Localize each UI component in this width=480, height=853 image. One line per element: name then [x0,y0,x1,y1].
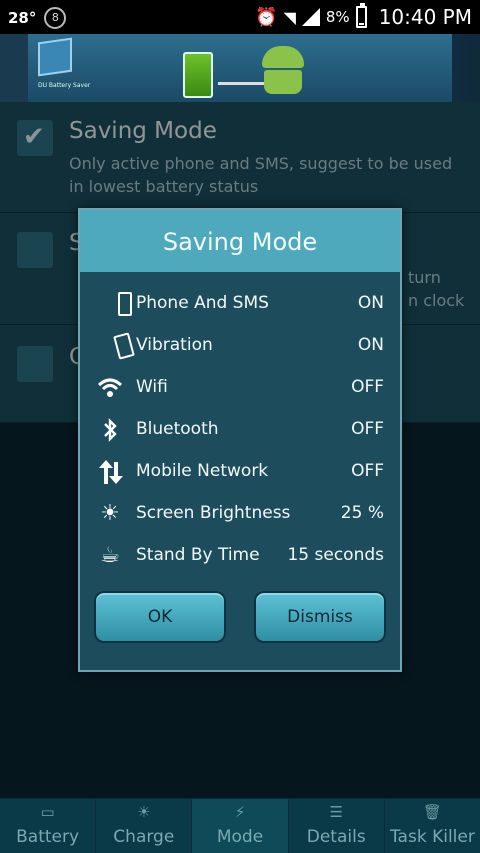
brightness-icon: ☀ [100,501,120,526]
dialog-title: Saving Mode [80,210,400,272]
notification-count-badge: 8 [44,7,67,29]
status-bar: 28° 8 ⏰ ◥ 8% 10:40 PM [0,0,480,34]
setting-value: ON [357,293,384,313]
banner-logo-text: DU Battery Saver [38,82,91,89]
temperature-text: 28° [8,9,37,27]
battery-graphic-icon [183,52,213,98]
setting-label: Stand By Time [136,545,260,565]
nav-label: Task Killer [389,827,475,847]
setting-label: Vibration [136,335,213,355]
nav-label: Details [306,827,366,847]
nav-label: Battery [16,827,80,847]
mobile-network-icon [96,458,124,486]
android-robot-icon [260,42,306,94]
standby-icon: ☕ [100,543,120,568]
bottom-navigation: ▭ Battery ☀ Charge ⚡ Mode ☰ Details 🗑 Ta… [0,798,480,853]
setting-value: OFF [351,461,384,481]
alarm-icon: ⏰ [255,6,278,28]
setting-row-bluetooth: Bluetooth OFF [80,410,400,450]
nav-item-task-killer[interactable]: 🗑 Task Killer [385,799,480,853]
mode-icon: ⚡ [234,803,246,821]
wifi-status-icon: ◥ [283,7,296,27]
vibration-icon [96,332,135,360]
setting-row-brightness: ☀ Screen Brightness 25 % [80,494,400,534]
charge-icon: ☀ [137,803,151,821]
dismiss-button[interactable]: Dismiss [254,591,386,643]
setting-value: OFF [351,419,384,439]
clock: 10:40 PM [378,5,472,29]
ad-banner[interactable]: DU Battery Saver [0,34,480,102]
setting-value: 15 seconds [287,545,384,565]
banner-edge [0,34,28,102]
battery-icon [355,3,367,28]
battery-percent: 8% [325,8,350,26]
saving-mode-dialog: Saving Mode Phone And SMS ON Vibration O… [78,208,402,672]
nav-item-details[interactable]: ☰ Details [289,799,385,853]
app-logo-icon [38,37,72,77]
phone-icon [96,290,132,318]
details-icon: ☰ [329,803,343,821]
setting-label: Screen Brightness [136,503,291,523]
bluetooth-icon [96,416,124,444]
ok-button[interactable]: OK [94,591,226,643]
setting-label: Bluetooth [136,419,219,439]
setting-label: Phone And SMS [136,293,269,313]
nav-item-charge[interactable]: ☀ Charge [96,799,193,853]
setting-value: ON [357,335,384,355]
setting-row-phone: Phone And SMS ON [80,284,400,324]
setting-row-standby: ☕ Stand By Time 15 seconds [80,536,400,576]
setting-value: 25 % [340,503,384,523]
signal-icon [301,8,320,26]
wifi-icon [96,374,124,402]
battery-icon: ▭ [40,803,55,821]
nav-item-mode[interactable]: ⚡ Mode [192,799,289,853]
setting-value: OFF [351,377,384,397]
setting-label: Mobile Network [136,461,269,481]
setting-row-wifi: Wifi OFF [80,368,400,408]
nav-label: Mode [216,827,264,847]
nav-item-battery[interactable]: ▭ Battery [0,799,97,853]
nav-label: Charge [113,827,175,847]
setting-label: Wifi [136,377,168,397]
setting-row-mobile-network: Mobile Network OFF [80,452,400,492]
setting-row-vibration: Vibration ON [80,326,400,366]
banner-image[interactable]: DU Battery Saver [28,34,452,102]
trash-icon: 🗑 [422,803,442,821]
